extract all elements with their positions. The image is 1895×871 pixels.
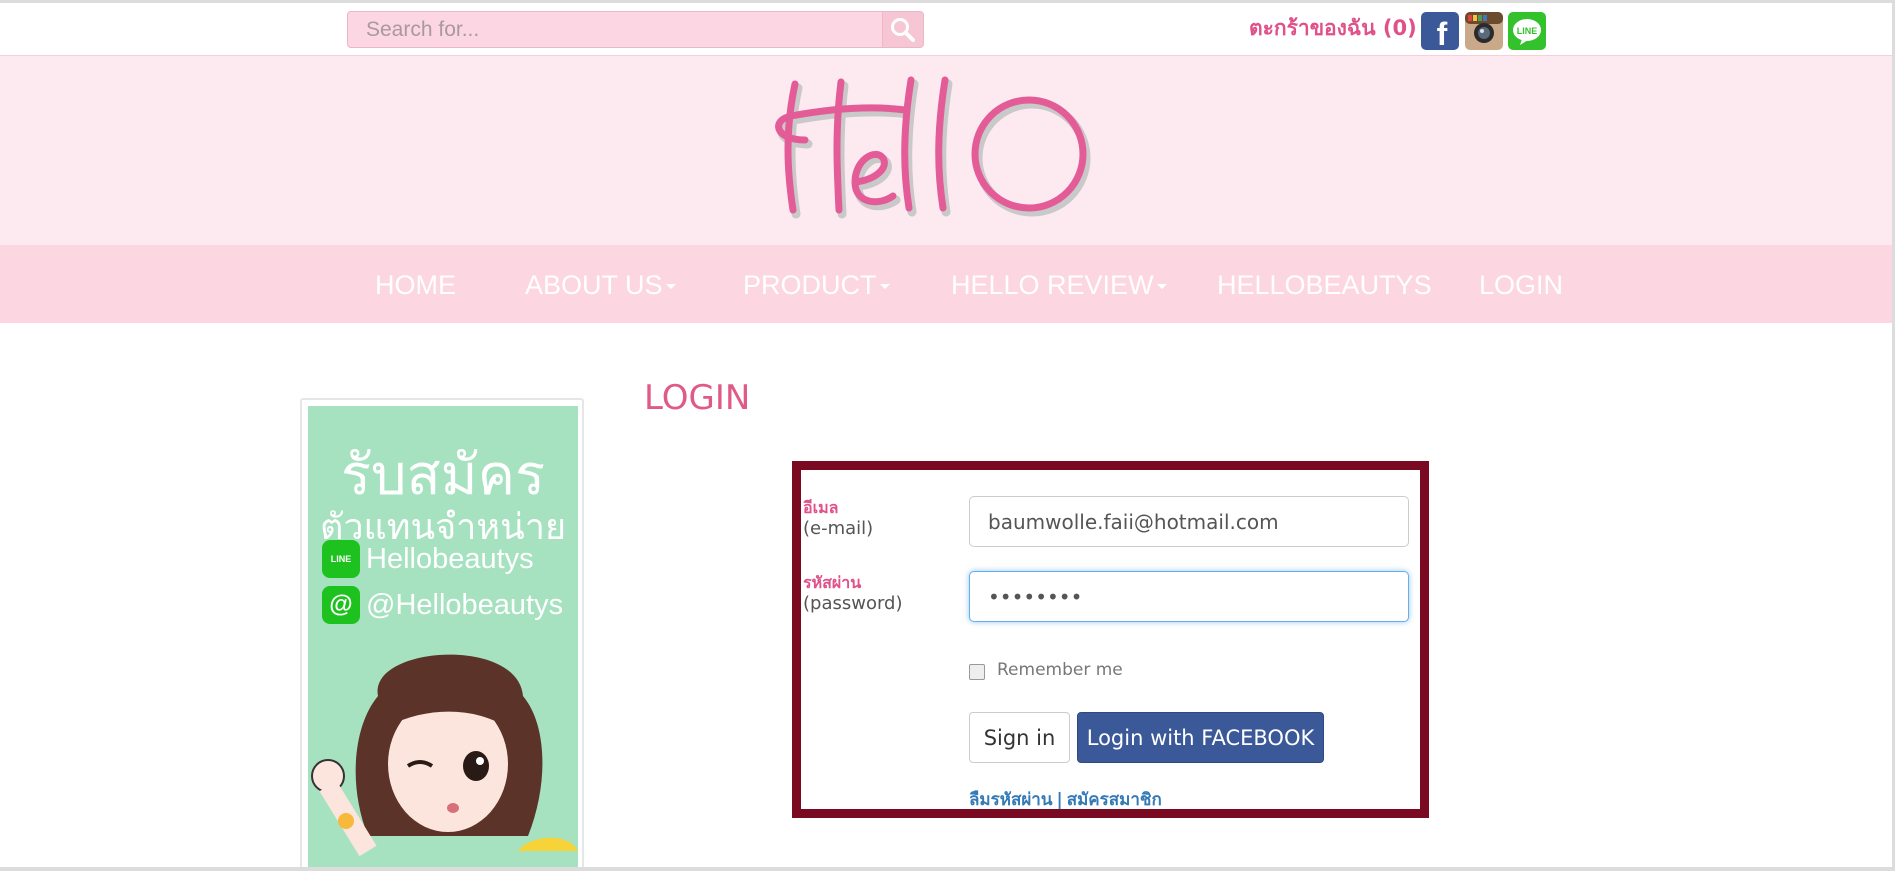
banner-line-id: LINE Hellobeautys [322, 540, 534, 578]
line-glyph: LINE [1517, 26, 1538, 36]
nav-hellobeautys[interactable]: HELLOBEAUTYS [1217, 265, 1432, 305]
sign-in-button[interactable]: Sign in [969, 712, 1070, 763]
banner-line-id-text: Hellobeautys [366, 542, 534, 575]
nav-hello-review[interactable]: HELLO REVIEW [951, 265, 1167, 305]
password-field[interactable] [969, 571, 1409, 622]
banner-at-id: @ @Hellobeautys [322, 586, 563, 624]
search-input[interactable] [348, 12, 883, 47]
cartoon-girl-illustration [311, 654, 578, 857]
nav-login[interactable]: LOGIN [1479, 265, 1563, 305]
nav-hello-review-label: HELLO REVIEW [951, 270, 1154, 300]
line-icon: LINE [1513, 19, 1541, 45]
search-box [347, 11, 924, 48]
nav-home-label: HOME [375, 270, 456, 300]
instagram-icon [1465, 12, 1503, 43]
login-form: อีเมล (e-mail) รหัสผ่าน (password) Remem… [792, 461, 1429, 818]
links-separator: | [1056, 790, 1063, 810]
account-links: ลืมรหัสผ่าน | สมัครสมาชิก [969, 786, 1162, 813]
line-button[interactable]: LINE [1508, 12, 1546, 50]
top-bar: ตะกร้าของฉัน (0)| f LINE [0, 3, 1895, 56]
line-icon: LINE [322, 540, 360, 578]
facebook-icon: f [1437, 16, 1448, 52]
search-button[interactable] [882, 12, 923, 47]
cart-label: ตะกร้าของฉัน (0) [1249, 16, 1417, 40]
email-field[interactable] [969, 496, 1409, 547]
at-icon: @ [322, 586, 360, 624]
hello-logo [775, 76, 1091, 219]
password-label-english: (password) [803, 593, 903, 614]
register-link[interactable]: สมัครสมาชิก [1067, 790, 1162, 810]
instagram-button[interactable] [1465, 12, 1503, 50]
chevron-down-icon [879, 284, 890, 290]
forgot-password-link[interactable]: ลืมรหัสผ่าน [969, 790, 1052, 810]
chevron-down-icon [1156, 284, 1167, 290]
email-label-english: (e-mail) [803, 518, 874, 539]
banner-at-id-text: @Hellobeautys [366, 588, 564, 621]
nav-hellobeautys-label: HELLOBEAUTYS [1217, 270, 1432, 300]
agent-banner[interactable]: รับสมัคร ตัวแทนจำหน่าย LINE Hellobeautys… [308, 406, 578, 871]
nav-about-us[interactable]: ABOUT US [525, 265, 676, 305]
cart-link[interactable]: ตะกร้าของฉัน (0)| [1249, 12, 1430, 45]
nav-login-label: LOGIN [1479, 270, 1564, 300]
remember-me-label: Remember me [997, 660, 1123, 680]
remember-me-checkbox[interactable] [969, 664, 985, 680]
search-icon [891, 17, 915, 42]
chevron-down-icon [665, 284, 676, 290]
nav-product[interactable]: PRODUCT [743, 265, 890, 305]
nav-product-label: PRODUCT [743, 270, 877, 300]
window-bottom-edge [0, 867, 1895, 871]
nav-about-us-label: ABOUT US [525, 270, 663, 300]
nav-home[interactable]: HOME [375, 265, 456, 305]
facebook-login-button[interactable]: Login with FACEBOOK [1077, 712, 1324, 763]
page-title: LOGIN [644, 378, 751, 418]
facebook-glyph: f [1437, 16, 1448, 50]
facebook-button[interactable]: f [1421, 12, 1459, 52]
main-nav: HOME ABOUT US PRODUCT HELLO REVIEW HELLO… [0, 245, 1895, 323]
